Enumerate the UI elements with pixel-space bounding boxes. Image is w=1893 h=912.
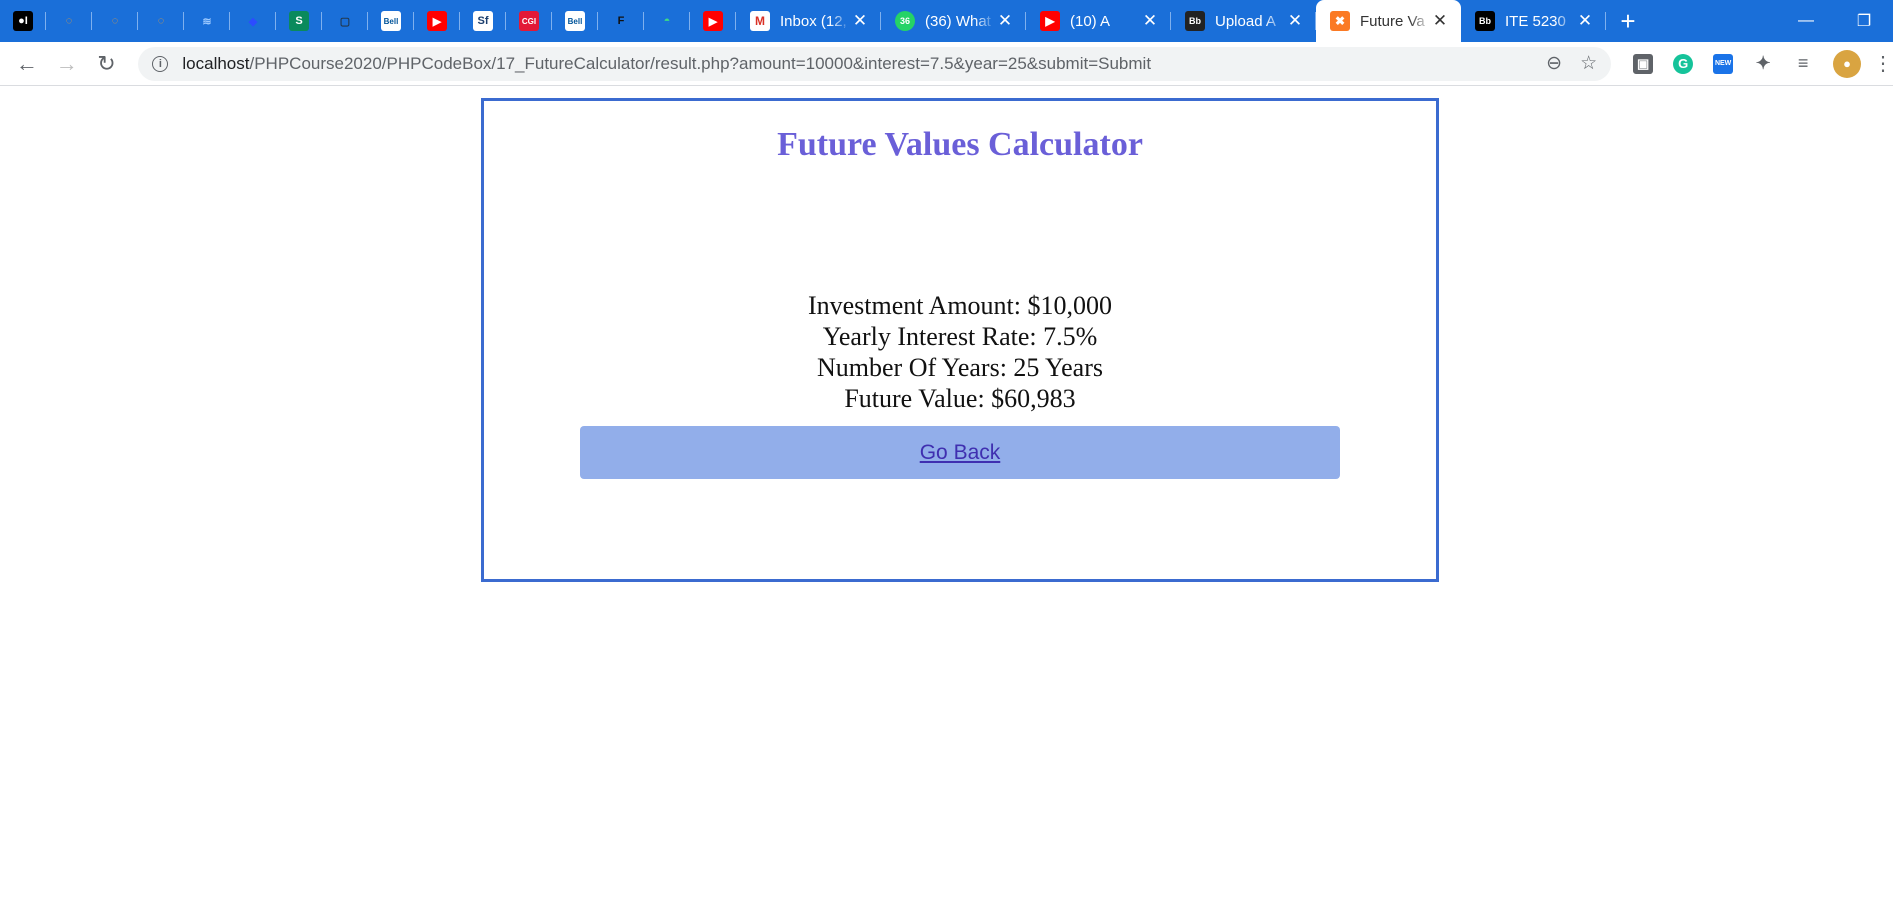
xampp-icon: ✖ [1330,11,1350,31]
url-path: /PHPCourse2020/PHPCodeBox/17_FutureCalcu… [249,53,1152,73]
close-icon[interactable]: ✕ [1286,11,1304,31]
close-icon[interactable]: ✕ [851,11,869,31]
pinned-tab[interactable]: Sf [460,0,506,42]
address-bar[interactable]: i localhost/PHPCourse2020/PHPCodeBox/17_… [138,46,1612,81]
pinned-tab[interactable]: ▢ [322,0,368,42]
pinned-tab[interactable]: ◆ [230,0,276,42]
s-logo-icon: S [289,11,309,31]
blackboard-icon: Bb [1475,11,1495,31]
arrow-right-icon: → [55,50,78,76]
whatsapp-icon: 36 [895,11,915,31]
url-host: localhost [182,53,250,73]
f-logo-icon: F [617,15,625,27]
pinned-tab[interactable]: ▶ [690,0,736,42]
bell-logo-icon: Bell [565,11,585,31]
restore-icon[interactable]: ❐ [1835,0,1893,42]
pinned-tab[interactable]: ◌ [92,0,138,42]
puzzle-icon[interactable]: ✦ [1753,53,1773,74]
tab[interactable]: Bb ITE 5230 ✕ [1461,0,1606,42]
interest-rate-text: Yearly Interest Rate: 7.5% [822,322,1098,351]
reload-button[interactable]: ↻ [87,44,127,84]
close-icon[interactable]: ✕ [1141,11,1159,31]
loader-icon: ◌ [65,15,73,27]
sf-logo-icon: Sf [473,11,493,31]
square-icon: ▢ [339,15,351,28]
loader-icon: ◌ [111,15,119,27]
blackboard-icon: Bb [1185,11,1205,31]
url-text[interactable]: localhost/PHPCourse2020/PHPCodeBox/17_Fu… [182,54,1546,74]
extensions-area: ▣ G NEW ✦ ≡ [1633,53,1813,74]
tab-list: ●I ◌ ◌ ◌ ≋ ◆ S ▢ Bell ▶ Sf CGI Bell F ◓ ▶ M Inbox (12, ✕ 36… [0,0,1606,42]
tab[interactable]: M Inbox (12, ✕ [736,0,881,42]
window-controls: — ❐ [1777,0,1893,42]
pinned-tab[interactable]: ◓ [644,0,690,42]
pinned-tab[interactable]: ◌ [46,0,92,42]
page-title: Future Values Calculator [777,126,1143,163]
zoom-icon[interactable]: ⊖ [1546,52,1562,75]
android-icon: ◓ [663,15,671,27]
bell-logo-icon: Bell [381,11,401,31]
tab-title: Inbox (12, [780,12,847,30]
youtube-icon: ▶ [703,11,723,31]
pinned-tab[interactable]: ≋ [184,0,230,42]
pinned-tab[interactable]: CGI [506,0,552,42]
tab-title: Future Va [1360,12,1425,30]
pinned-tab[interactable]: ●I [0,0,46,42]
plus-icon: + [1620,5,1636,36]
youtube-icon: ▶ [427,11,447,31]
layers-icon: ≋ [202,15,212,28]
youtube-icon: ▶ [1040,11,1060,31]
close-icon[interactable]: ✕ [1431,11,1449,31]
browser-menu-icon[interactable]: ⋮ [1873,51,1893,76]
new-tab-button[interactable]: + [1606,0,1650,42]
media-queue-icon[interactable]: ≡ [1793,53,1813,74]
bookmark-star-icon[interactable]: ☆ [1580,52,1597,75]
pinned-tab[interactable]: S [276,0,322,42]
arrow-left-icon: ← [15,50,38,76]
calculator-result-panel: Future Values Calculator Investment Amou… [481,98,1439,582]
reload-icon: ↻ [97,50,116,76]
tab-title: Upload A [1215,12,1276,30]
tab-title: (10) A [1070,12,1111,30]
years-text: Number Of Years: 25 Years [817,353,1103,382]
future-value-text: Future Value: $60,983 [844,384,1076,413]
pinned-tab[interactable]: Bell [368,0,414,42]
tab-title: (36) What [925,12,991,30]
browser-toolbar: ← → ↻ i localhost/PHPCourse2020/PHPCodeB… [0,42,1893,86]
minimize-icon[interactable]: — [1777,0,1835,42]
cgi-logo-icon: CGI [519,11,539,31]
go-back-link[interactable]: Go Back [580,426,1340,479]
tab-title: ITE 5230 [1505,12,1566,30]
diamond-icon: ◆ [248,15,258,28]
loader-icon: ◌ [157,15,165,27]
pinned-tab[interactable]: ◌ [138,0,184,42]
medium-icon: ●I [13,11,33,31]
grammarly-icon[interactable]: G [1673,53,1694,74]
browser-tab-strip: ●I ◌ ◌ ◌ ≋ ◆ S ▢ Bell ▶ Sf CGI Bell F ◓ ▶ M Inbox (12, ✕ 36… [0,0,1893,42]
tab[interactable]: Bb Upload A ✕ [1171,0,1316,42]
pinned-tab[interactable]: ▶ [414,0,460,42]
pinned-tab[interactable]: Bell [552,0,598,42]
tab[interactable]: ▶ (10) A ✕ [1026,0,1171,42]
address-bar-actions: ⊖ ☆ [1546,52,1597,75]
results-block: Investment Amount: $10,000 Yearly Intere… [484,290,1436,414]
new-badge-icon[interactable]: NEW [1713,53,1734,74]
close-icon[interactable]: ✕ [1576,11,1594,31]
back-button[interactable]: ← [7,44,47,84]
info-icon[interactable]: i [152,55,169,72]
tab[interactable]: 36 (36) What ✕ [881,0,1026,42]
investment-amount-text: Investment Amount: $10,000 [807,291,1113,320]
user-icon: ● [1843,56,1851,71]
profile-avatar[interactable]: ● [1833,49,1861,78]
pinned-tab[interactable]: F [598,0,644,42]
tab-active[interactable]: ✖ Future Va ✕ [1316,0,1461,42]
extension-square-icon[interactable]: ▣ [1633,53,1654,74]
close-icon[interactable]: ✕ [996,11,1014,31]
forward-button[interactable]: → [47,44,87,84]
gmail-icon: M [750,11,770,31]
